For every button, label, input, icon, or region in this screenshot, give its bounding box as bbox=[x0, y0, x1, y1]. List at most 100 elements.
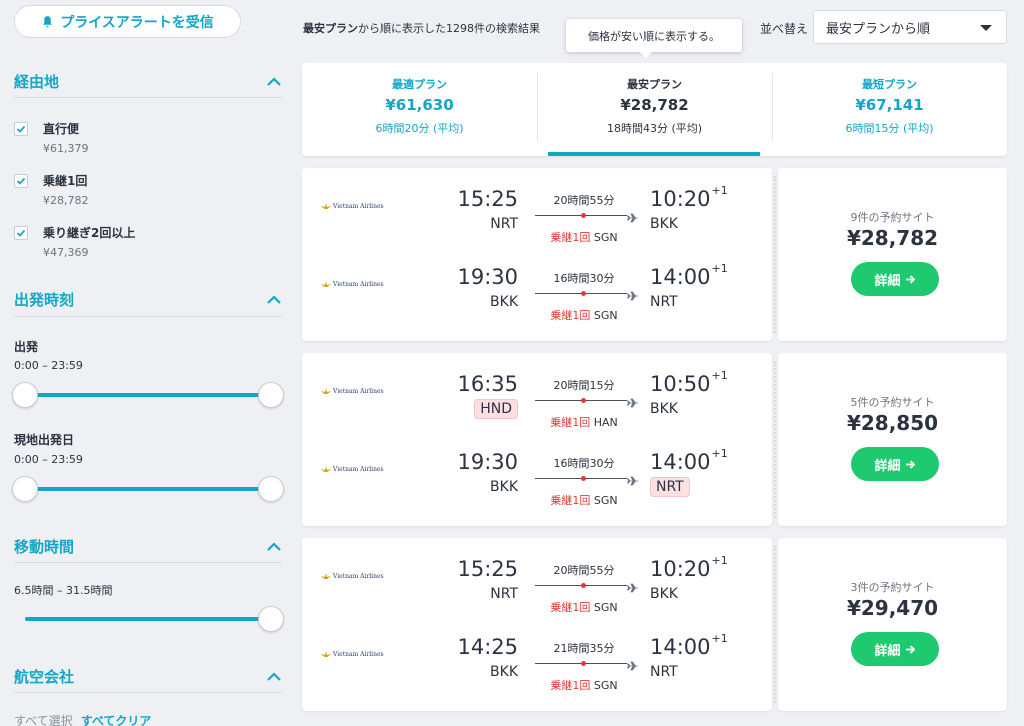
price-alert-button[interactable]: プライスアラートを受信 bbox=[14, 5, 241, 38]
stop-info: 乗継1回 SGN bbox=[536, 599, 632, 615]
plane-icon bbox=[626, 209, 639, 223]
details-button-label: 詳細 bbox=[874, 643, 901, 659]
departure-airport-code: BKK bbox=[490, 664, 518, 680]
result-card[interactable]: Vietnam Airlines 16:35 HND 20時間15分 乗継1回 … bbox=[302, 353, 1007, 526]
tab-best-plan[interactable]: 最適プラン ¥61,630 6時間20分 (平均) bbox=[302, 63, 537, 156]
arrival-time-value: 10:20 bbox=[650, 557, 711, 581]
stop-dot bbox=[581, 476, 586, 481]
airline-name: Vietnam Airlines bbox=[333, 651, 384, 658]
result-count-text: から順に表示した1298件の検索結果 bbox=[358, 22, 540, 35]
result-price: ¥28,782 bbox=[846, 226, 939, 250]
chevron-up-icon[interactable] bbox=[266, 294, 282, 305]
departure-section-header[interactable]: 出発時刻 bbox=[14, 289, 282, 310]
tab-cheapest-plan[interactable]: 最安プラン ¥28,782 18時間43分 (平均) bbox=[537, 63, 772, 156]
check-icon bbox=[16, 125, 26, 133]
details-button[interactable]: 詳細 bbox=[851, 447, 939, 481]
airline-logo: Vietnam Airlines bbox=[321, 573, 384, 580]
bell-icon bbox=[43, 16, 53, 28]
flight-leg: Vietnam Airlines 19:30 BKK 16時間30分 乗継1回 … bbox=[302, 445, 772, 525]
stop-option-label: 乗り継ぎ2回以上 bbox=[43, 226, 136, 240]
stop-count: 乗継1回 bbox=[550, 416, 591, 429]
plan-name: 最安プラン bbox=[627, 78, 682, 91]
departure-airport: HND bbox=[446, 399, 518, 419]
airline-logo: Vietnam Airlines bbox=[321, 281, 384, 288]
arrival-airport-code: BKK bbox=[650, 586, 678, 602]
chevron-up-icon[interactable] bbox=[266, 541, 282, 552]
flight-details[interactable]: Vietnam Airlines 15:25 NRT 20時間55分 乗継1回 … bbox=[302, 168, 772, 341]
stop-info: 乗継1回 SGN bbox=[536, 229, 632, 245]
stop-info: 乗継1回 SGN bbox=[536, 307, 632, 323]
departure-time: 15:25 bbox=[457, 187, 518, 211]
checkbox[interactable] bbox=[14, 174, 28, 188]
departure-time: 19:30 bbox=[457, 265, 518, 289]
plan-time: 18時間43分 (平均) bbox=[606, 122, 703, 135]
result-card[interactable]: Vietnam Airlines 15:25 NRT 20時間55分 乗継1回 … bbox=[302, 168, 1007, 341]
return-slider-min-handle[interactable] bbox=[12, 476, 38, 502]
divider bbox=[14, 692, 282, 693]
stop-count: 乗継1回 bbox=[550, 601, 591, 614]
arrow-right-icon bbox=[905, 274, 915, 284]
filter-sidebar: プライスアラートを受信 経由地 直行便 ¥61,379 乗継1回 ¥28,782… bbox=[0, 0, 298, 726]
flight-leg: Vietnam Airlines 19:30 BKK 16時間30分 乗継1回 … bbox=[302, 260, 772, 340]
sort-dropdown[interactable]: 最安プランから順 bbox=[813, 10, 1007, 44]
stop-option-label: 乗継1回 bbox=[43, 174, 88, 188]
departure-airport-code: BKK bbox=[490, 294, 518, 310]
plan-price: ¥61,630 bbox=[385, 96, 454, 114]
stop-count: 乗継1回 bbox=[550, 231, 591, 244]
arrival-airport-code: NRT bbox=[650, 664, 678, 680]
arrival-time-value: 14:00 bbox=[650, 450, 711, 474]
arrival-time-value: 14:00 bbox=[650, 635, 711, 659]
plan-tabs: 最適プラン ¥61,630 6時間20分 (平均) 最安プラン ¥28,782 … bbox=[302, 63, 1007, 156]
day-offset: +1 bbox=[711, 632, 728, 645]
booking-site-count: 5件の予約サイト bbox=[850, 396, 935, 409]
stop-airport: SGN bbox=[593, 231, 618, 244]
plane-icon bbox=[626, 579, 639, 593]
flight-details[interactable]: Vietnam Airlines 16:35 HND 20時間15分 乗継1回 … bbox=[302, 353, 772, 526]
checkbox[interactable] bbox=[14, 122, 28, 136]
arrival-time: 10:50+1 bbox=[650, 369, 728, 396]
return-slider-track[interactable] bbox=[25, 487, 271, 491]
details-button[interactable]: 詳細 bbox=[851, 262, 939, 296]
airline-logo: Vietnam Airlines bbox=[321, 466, 384, 473]
duration-section-header[interactable]: 移動時間 bbox=[14, 536, 282, 557]
divider bbox=[14, 316, 282, 317]
select-all-link[interactable]: すべて選択 bbox=[14, 714, 73, 726]
booking-site-count: 3件の予約サイト bbox=[850, 581, 935, 594]
chevron-up-icon[interactable] bbox=[266, 671, 282, 682]
arrow-right-icon bbox=[905, 644, 915, 654]
details-button[interactable]: 詳細 bbox=[851, 632, 939, 666]
clear-all-link[interactable]: すべてクリア bbox=[81, 714, 152, 726]
details-button-label: 詳細 bbox=[874, 458, 901, 474]
stop-dot bbox=[581, 398, 586, 403]
ticket-perforation bbox=[774, 361, 776, 518]
checkbox[interactable] bbox=[14, 226, 28, 240]
booking-site-count: 9件の予約サイト bbox=[850, 211, 935, 224]
airline-name: Vietnam Airlines bbox=[333, 388, 384, 395]
arrival-airport: BKK bbox=[650, 216, 678, 232]
flight-details[interactable]: Vietnam Airlines 15:25 NRT 20時間55分 乗継1回 … bbox=[302, 538, 772, 711]
result-price: ¥28,850 bbox=[846, 411, 939, 435]
chevron-up-icon[interactable] bbox=[266, 76, 282, 87]
duration-slider-max-handle[interactable] bbox=[258, 606, 284, 632]
return-label: 現地出発日 bbox=[14, 433, 75, 447]
duration-slider-track[interactable] bbox=[25, 617, 271, 621]
departure-time: 16:35 bbox=[457, 372, 518, 396]
result-card[interactable]: Vietnam Airlines 15:25 NRT 20時間55分 乗継1回 … bbox=[302, 538, 1007, 711]
tab-shortest-plan[interactable]: 最短プラン ¥67,141 6時間15分 (平均) bbox=[772, 63, 1007, 156]
outbound-slider-max-handle[interactable] bbox=[258, 382, 284, 408]
outbound-slider-min-handle[interactable] bbox=[12, 382, 38, 408]
arrival-time: 10:20+1 bbox=[650, 184, 728, 211]
return-slider-max-handle[interactable] bbox=[258, 476, 284, 502]
stops-section-header[interactable]: 経由地 bbox=[14, 71, 282, 92]
departure-airport: BKK bbox=[446, 479, 518, 495]
airlines-section-header[interactable]: 航空会社 bbox=[14, 666, 282, 687]
stop-option-price: ¥61,379 bbox=[43, 142, 89, 155]
day-offset: +1 bbox=[711, 184, 728, 197]
flight-leg: Vietnam Airlines 16:35 HND 20時間15分 乗継1回 … bbox=[302, 367, 772, 447]
flight-duration: 21時間35分 bbox=[553, 642, 615, 655]
airline-logo: Vietnam Airlines bbox=[321, 203, 384, 210]
stop-dot bbox=[581, 213, 586, 218]
outbound-slider-track[interactable] bbox=[25, 393, 271, 397]
stop-count: 乗継1回 bbox=[550, 309, 591, 322]
stop-option-price: ¥47,369 bbox=[43, 246, 89, 259]
